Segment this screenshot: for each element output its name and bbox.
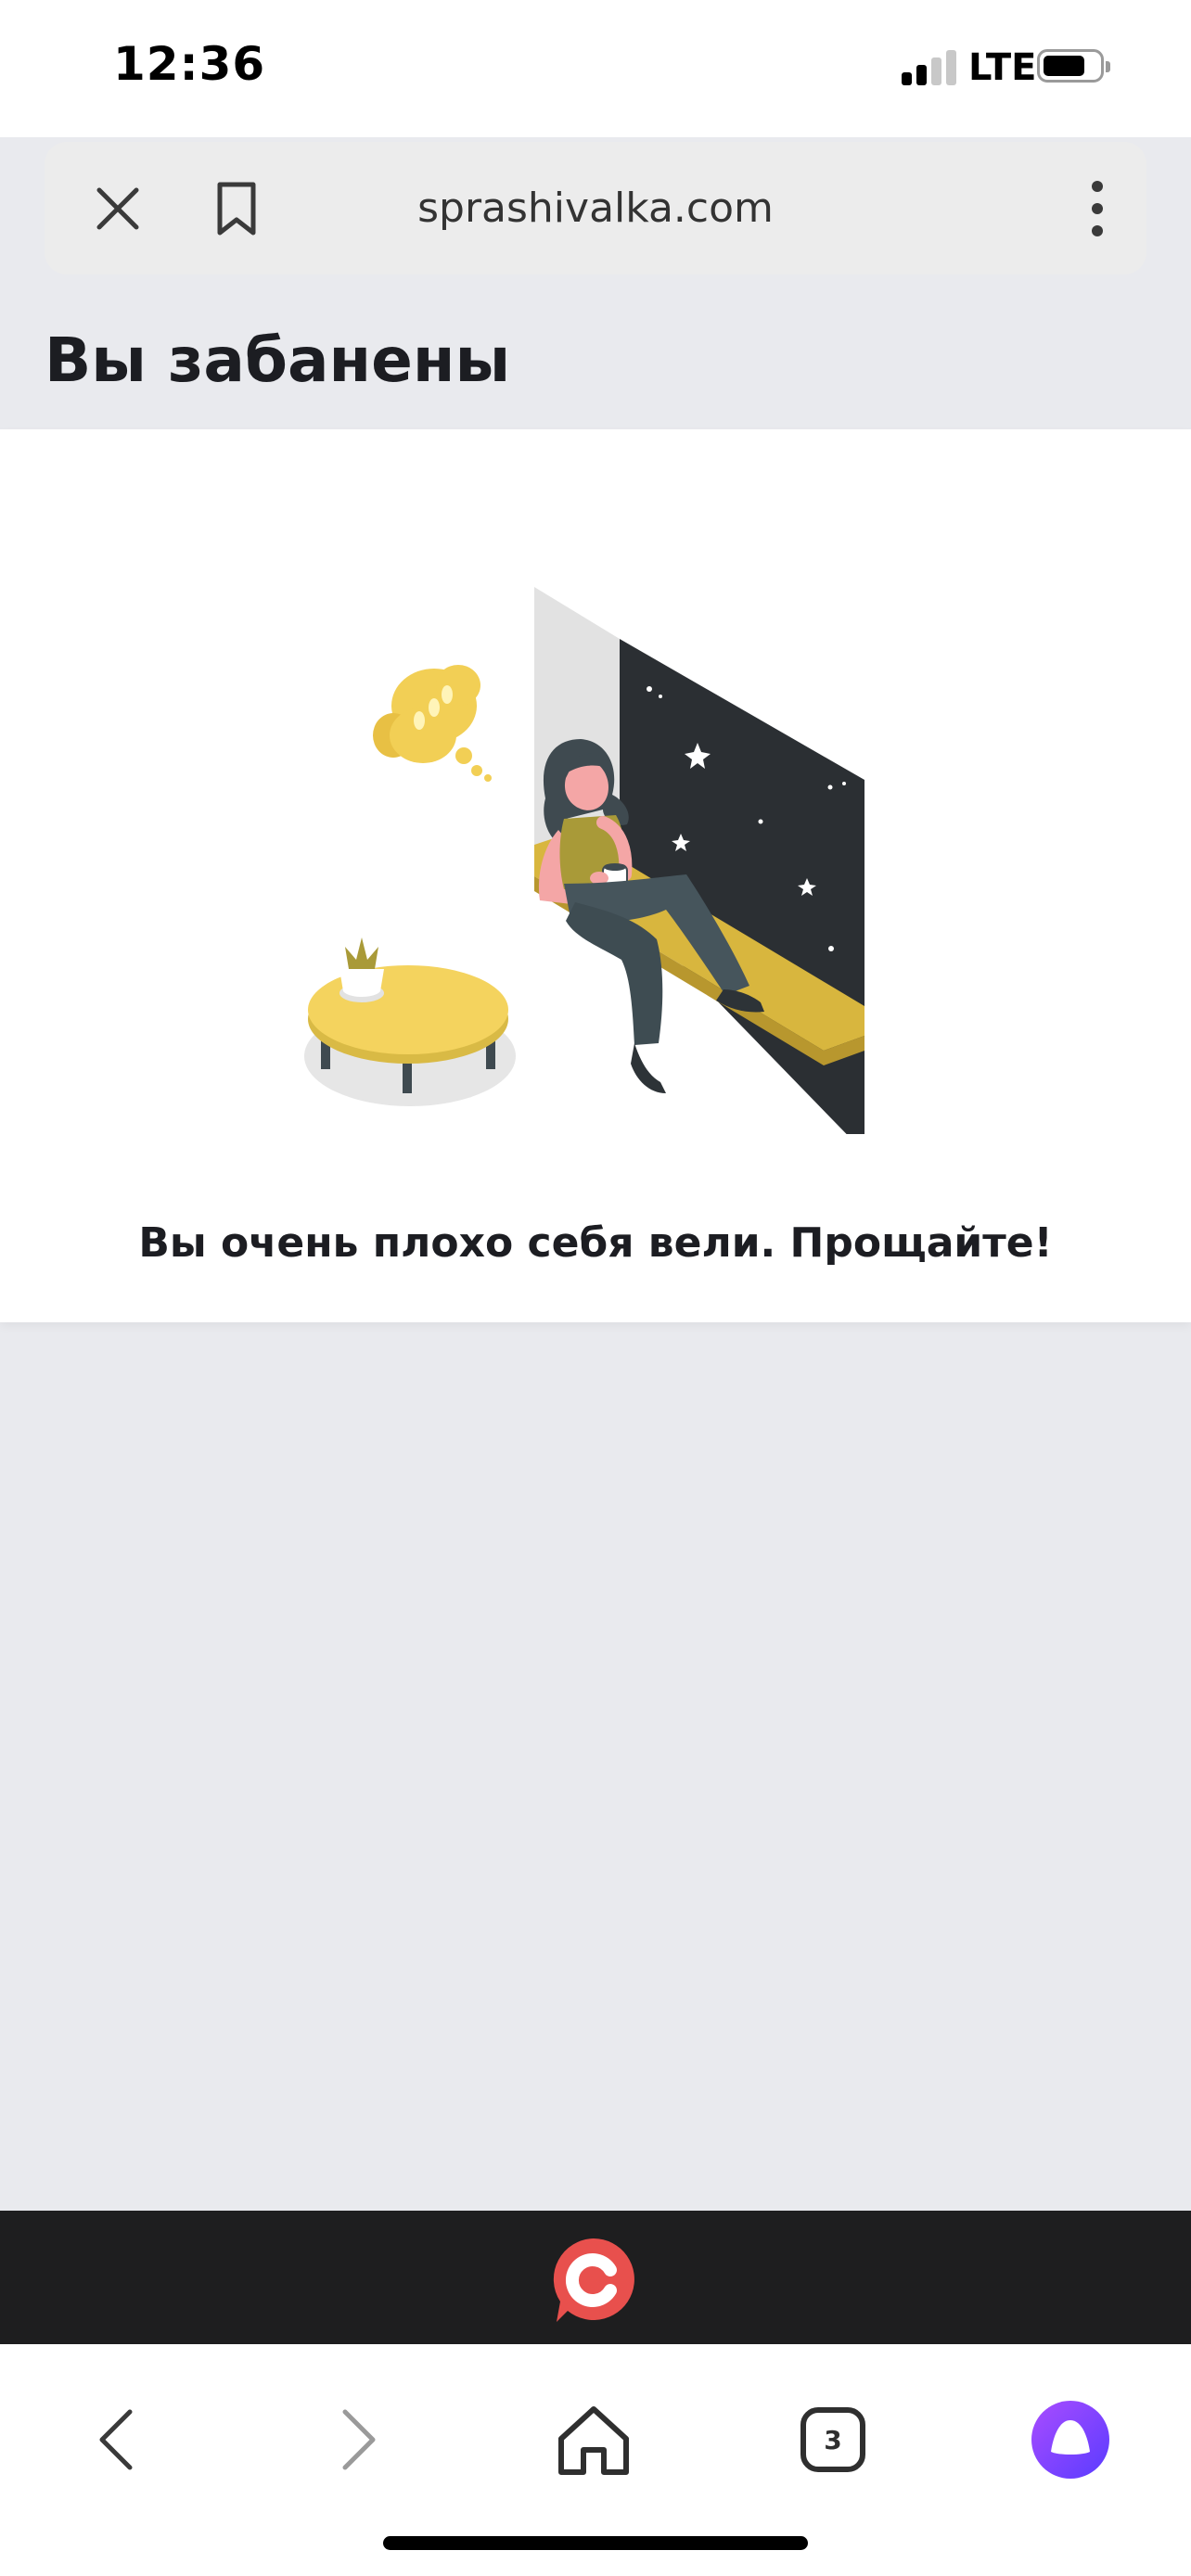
ban-message: Вы очень плохо себя вели. Прощайте! [138, 1219, 1053, 1267]
brand-bar [0, 2211, 1191, 2344]
page-title: Вы забанены [45, 325, 511, 396]
home-icon [558, 2406, 629, 2475]
network-type: LTE [968, 46, 1037, 89]
back-button[interactable] [61, 2370, 173, 2509]
chevron-right-icon [342, 2409, 376, 2470]
more-vertical-icon[interactable] [1074, 142, 1121, 274]
status-bar: 12:36 LTE [0, 0, 1191, 137]
signal-icon [902, 48, 957, 85]
bookmark-icon[interactable] [202, 142, 271, 274]
tabs-icon: 3 [800, 2407, 865, 2472]
assistant-button[interactable] [1015, 2370, 1126, 2509]
status-time: 12:36 [113, 37, 266, 91]
chevron-left-icon [99, 2409, 133, 2470]
close-icon[interactable] [83, 142, 152, 274]
forward-button[interactable] [302, 2370, 414, 2509]
browser-address-bar[interactable]: sprashivalka.com [45, 142, 1146, 274]
ban-card: Вы очень плохо себя вели. Прощайте! [0, 429, 1191, 1322]
tabs-button[interactable]: 3 [777, 2370, 889, 2509]
home-indicator[interactable] [383, 2536, 808, 2550]
woman-sitting-on-windowsill-illustration [304, 587, 864, 1134]
sprashivalka-logo-icon[interactable] [547, 2233, 640, 2326]
battery-icon [1037, 49, 1110, 83]
alice-assistant-icon [1031, 2401, 1109, 2479]
page-header: Вы забанены [0, 297, 1191, 429]
tabs-count: 3 [824, 2425, 841, 2455]
home-button[interactable] [538, 2370, 649, 2509]
